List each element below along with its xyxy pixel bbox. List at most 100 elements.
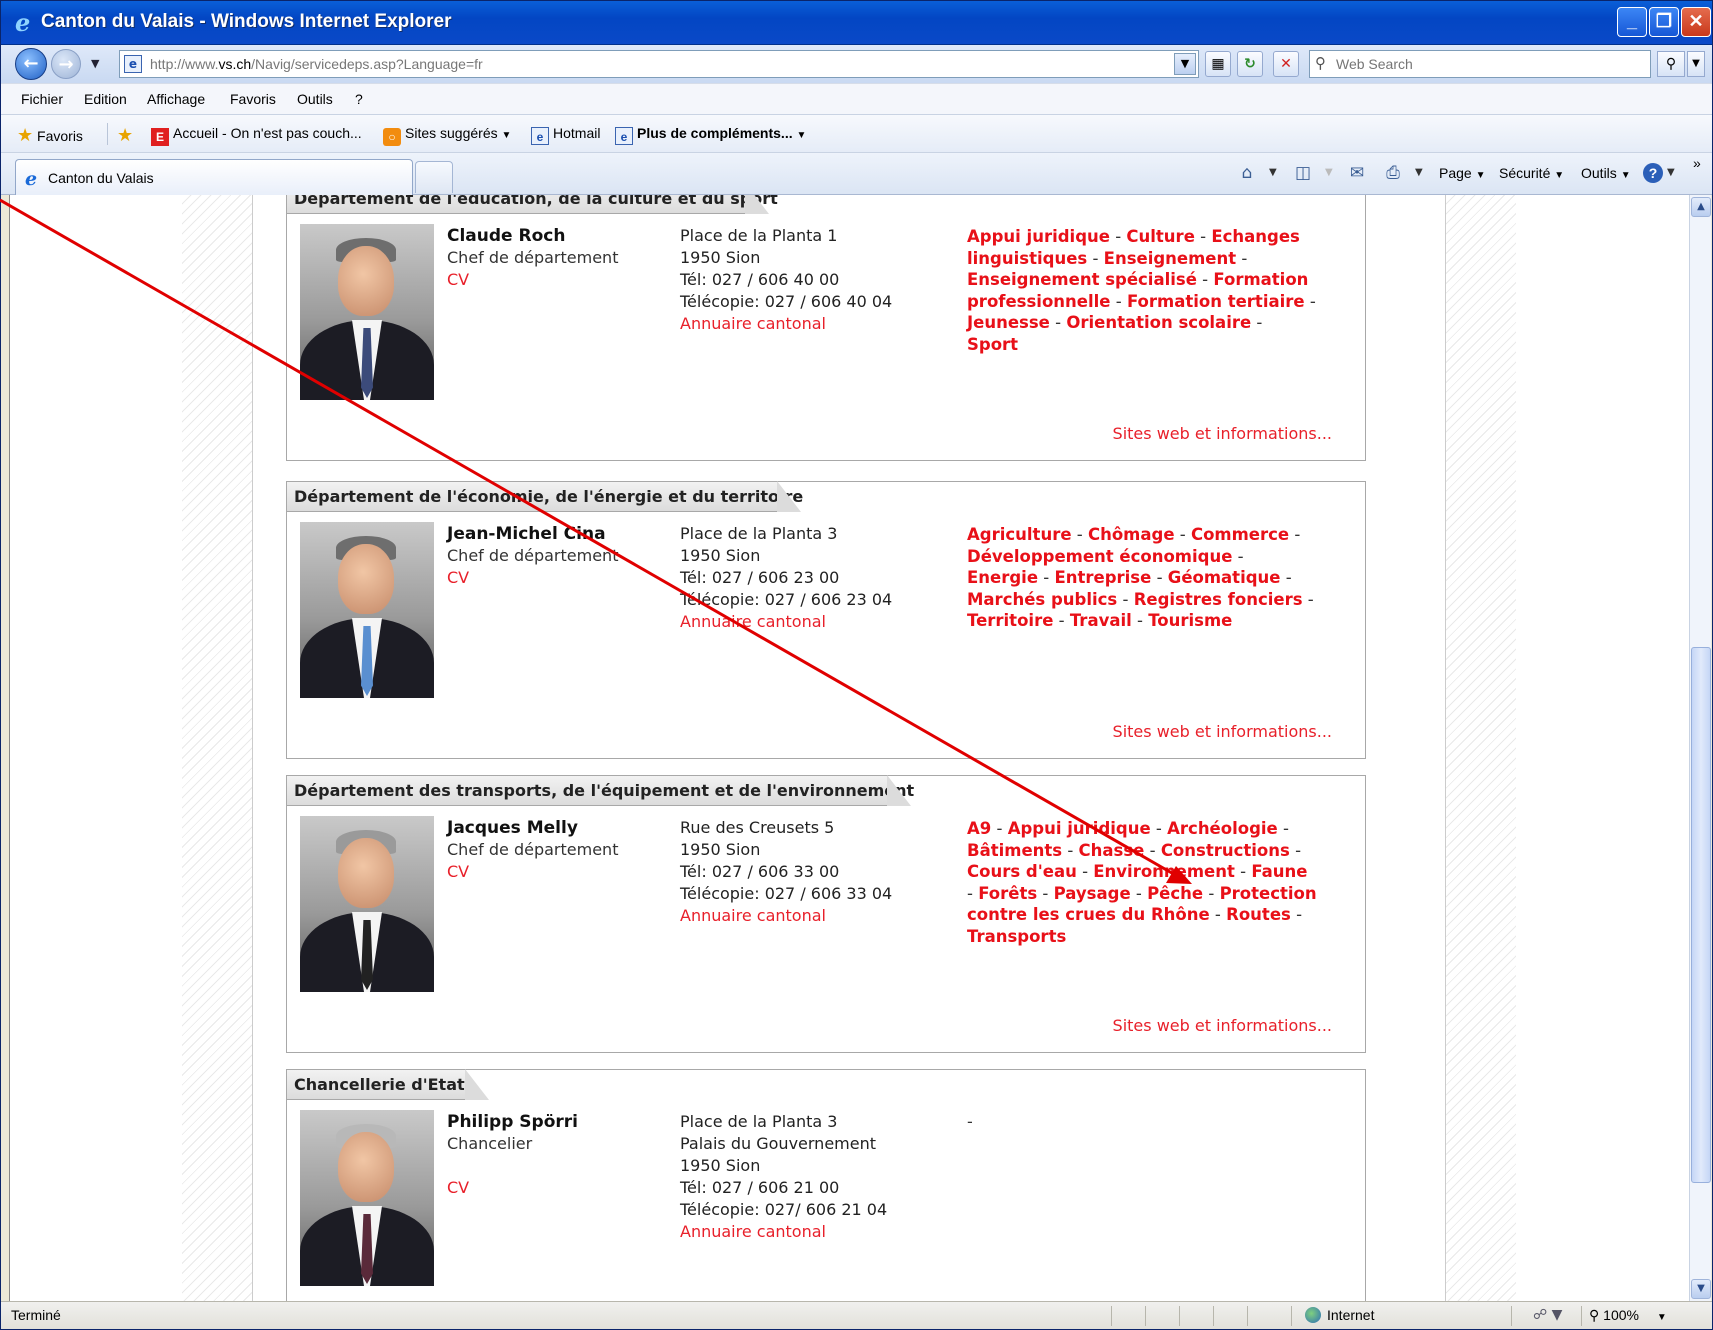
topic-link[interactable]: Forêts xyxy=(978,884,1037,903)
security-zone[interactable]: Internet xyxy=(1305,1307,1374,1323)
refresh-icon[interactable]: ↻ xyxy=(1237,51,1263,77)
topic-link[interactable]: Chômage xyxy=(1088,525,1175,544)
favorites-button[interactable]: ★ Favoris xyxy=(17,125,83,146)
feeds-icon[interactable]: ◫ xyxy=(1291,161,1315,185)
topic-link[interactable]: Appui juridique xyxy=(1008,819,1151,838)
annuaire-link[interactable]: Annuaire cantonal xyxy=(680,314,826,333)
department-header: Chancellerie d'Etat xyxy=(287,1069,489,1100)
topic-link[interactable]: Registres fonciers xyxy=(1134,590,1303,609)
sites-web-link[interactable]: Sites web et informations... xyxy=(1113,722,1332,741)
topic-link[interactable]: Géomatique xyxy=(1168,568,1281,587)
outils-menu[interactable]: Outils ▼ xyxy=(1581,165,1631,181)
topic-link[interactable]: Entreprise xyxy=(1054,568,1151,587)
search-input[interactable] xyxy=(1336,54,1636,74)
topic-separator: - xyxy=(1062,840,1079,860)
home-icon[interactable]: ⌂ xyxy=(1235,161,1259,185)
topic-link[interactable]: Développement économique xyxy=(967,547,1232,566)
topic-link[interactable]: Culture xyxy=(1126,227,1194,246)
topic-link[interactable]: Transports xyxy=(967,927,1066,946)
topic-link[interactable]: Agriculture xyxy=(967,525,1072,544)
sites-web-link[interactable]: Sites web et informations... xyxy=(1113,1016,1332,1035)
topic-link[interactable]: Energie xyxy=(967,568,1038,587)
page-menu[interactable]: Page ▼ xyxy=(1439,165,1486,181)
close-button[interactable]: ✕ xyxy=(1681,7,1711,37)
topic-link[interactable]: Sport xyxy=(967,335,1018,354)
vertical-scrollbar[interactable]: ▲ ▼ xyxy=(1689,195,1711,1301)
scroll-thumb[interactable] xyxy=(1691,647,1711,1183)
topic-link[interactable]: Enseignement spécialisé xyxy=(967,270,1197,289)
scroll-up-arrow-icon[interactable]: ▲ xyxy=(1691,197,1711,217)
topic-link[interactable]: Environnement xyxy=(1093,862,1235,881)
more-commands-chevron[interactable]: » xyxy=(1693,155,1701,171)
menu-favoris[interactable]: Favoris xyxy=(230,91,276,107)
cv-link[interactable]: CV xyxy=(447,1178,469,1197)
forward-button[interactable]: → xyxy=(51,49,81,79)
tab-canton-du-valais[interactable]: e Canton du Valais xyxy=(15,159,413,195)
topic-separator: - xyxy=(1150,819,1168,838)
menu-outils[interactable]: Outils xyxy=(297,91,333,107)
search-box[interactable]: ⚲ xyxy=(1309,50,1651,78)
scroll-down-arrow-icon[interactable]: ▼ xyxy=(1691,1279,1711,1299)
print-dropdown-icon[interactable]: ▼ xyxy=(1415,167,1423,178)
print-icon[interactable]: ⎙ xyxy=(1381,161,1405,185)
topic-link[interactable]: Bâtiments xyxy=(967,841,1062,860)
protected-mode-icon[interactable]: ☍ ▼ xyxy=(1533,1307,1562,1323)
compatibility-view-icon[interactable]: ▦ xyxy=(1205,51,1231,77)
menu-affichage[interactable]: Affichage xyxy=(147,91,205,107)
minimize-button[interactable]: _ xyxy=(1617,7,1647,37)
topic-link[interactable]: Routes xyxy=(1226,905,1291,924)
topic-link[interactable]: Faune xyxy=(1251,862,1307,881)
stop-icon[interactable]: ✕ xyxy=(1273,51,1299,77)
url-text[interactable]: http://www.vs.ch/Navig/servicedeps.asp?L… xyxy=(150,56,483,72)
fav-hotmail[interactable]: e Hotmail xyxy=(531,125,600,145)
favorites-bar: ★ Favoris ★ E Accueil - On n'est pas couc… xyxy=(1,115,1712,153)
menu-help[interactable]: ? xyxy=(355,91,363,107)
topic-link[interactable]: Enseignement xyxy=(1104,249,1236,268)
topic-link[interactable]: Chasse xyxy=(1079,841,1145,860)
fav-accueil[interactable]: E Accueil - On n'est pas couch... xyxy=(151,125,362,146)
cv-link[interactable]: CV xyxy=(447,568,469,587)
new-tab-button[interactable] xyxy=(415,161,453,193)
fav-sites-suggeres[interactable]: ○ Sites suggérés ▼ xyxy=(383,125,511,146)
zoom-level[interactable]: ⚲ 100% ▼ xyxy=(1589,1307,1667,1324)
url-field[interactable]: e http://www.vs.ch/Navig/servicedeps.asp… xyxy=(119,50,1199,78)
sites-web-link[interactable]: Sites web et informations... xyxy=(1113,424,1332,443)
topic-link[interactable]: Pêche xyxy=(1147,884,1203,903)
securite-menu[interactable]: Sécurité ▼ xyxy=(1499,165,1564,181)
mail-icon[interactable]: ✉ xyxy=(1345,161,1369,185)
search-options-dropdown-icon[interactable]: ▼ xyxy=(1687,51,1705,77)
topic-link[interactable]: Territoire xyxy=(967,611,1053,630)
topic-link[interactable]: Travail xyxy=(1070,611,1132,630)
help-dropdown-icon[interactable]: ▼ xyxy=(1667,167,1675,178)
topic-link[interactable]: Appui juridique xyxy=(967,227,1110,246)
menu-edition[interactable]: Edition xyxy=(84,91,127,107)
maximize-button[interactable]: ❐ xyxy=(1649,7,1679,37)
topic-link[interactable]: Cours d'eau xyxy=(967,862,1077,881)
topic-link[interactable]: Constructions xyxy=(1161,841,1290,860)
topic-link[interactable]: A9 xyxy=(967,819,991,838)
back-button[interactable]: ← xyxy=(15,48,47,80)
annuaire-link[interactable]: Annuaire cantonal xyxy=(680,1222,826,1241)
topic-link[interactable]: Paysage xyxy=(1054,884,1131,903)
url-dropdown-icon[interactable]: ▼ xyxy=(1174,53,1196,75)
topic-link[interactable]: Marchés publics xyxy=(967,590,1117,609)
annuaire-link[interactable]: Annuaire cantonal xyxy=(680,612,826,631)
recent-pages-dropdown-icon[interactable]: ▼ xyxy=(91,57,99,70)
topic-link[interactable]: Commerce xyxy=(1191,525,1289,544)
fav-plus-complements[interactable]: e Plus de compléments... ▼ xyxy=(615,125,806,145)
topic-link[interactable]: Formation tertiaire xyxy=(1127,292,1305,311)
cv-link[interactable]: CV xyxy=(447,270,469,289)
cv-link[interactable]: CV xyxy=(447,862,469,881)
search-go-button[interactable]: ⚲ xyxy=(1657,51,1685,77)
department-card: Département de l'économie, de l'énergie … xyxy=(286,481,1366,759)
help-icon[interactable]: ? xyxy=(1643,163,1663,183)
topic-link[interactable]: Archéologie xyxy=(1167,819,1278,838)
topic-link[interactable]: Tourisme xyxy=(1148,611,1232,630)
menu-fichier[interactable]: Fichier xyxy=(21,91,63,107)
annuaire-link[interactable]: Annuaire cantonal xyxy=(680,906,826,925)
topic-link[interactable]: Orientation scolaire xyxy=(1066,313,1251,332)
hotmail-page-icon: e xyxy=(531,127,549,145)
home-dropdown-icon[interactable]: ▼ xyxy=(1269,167,1277,178)
add-to-favorites-bar-icon[interactable]: ★ xyxy=(117,125,133,146)
topic-link[interactable]: Jeunesse xyxy=(967,313,1050,332)
